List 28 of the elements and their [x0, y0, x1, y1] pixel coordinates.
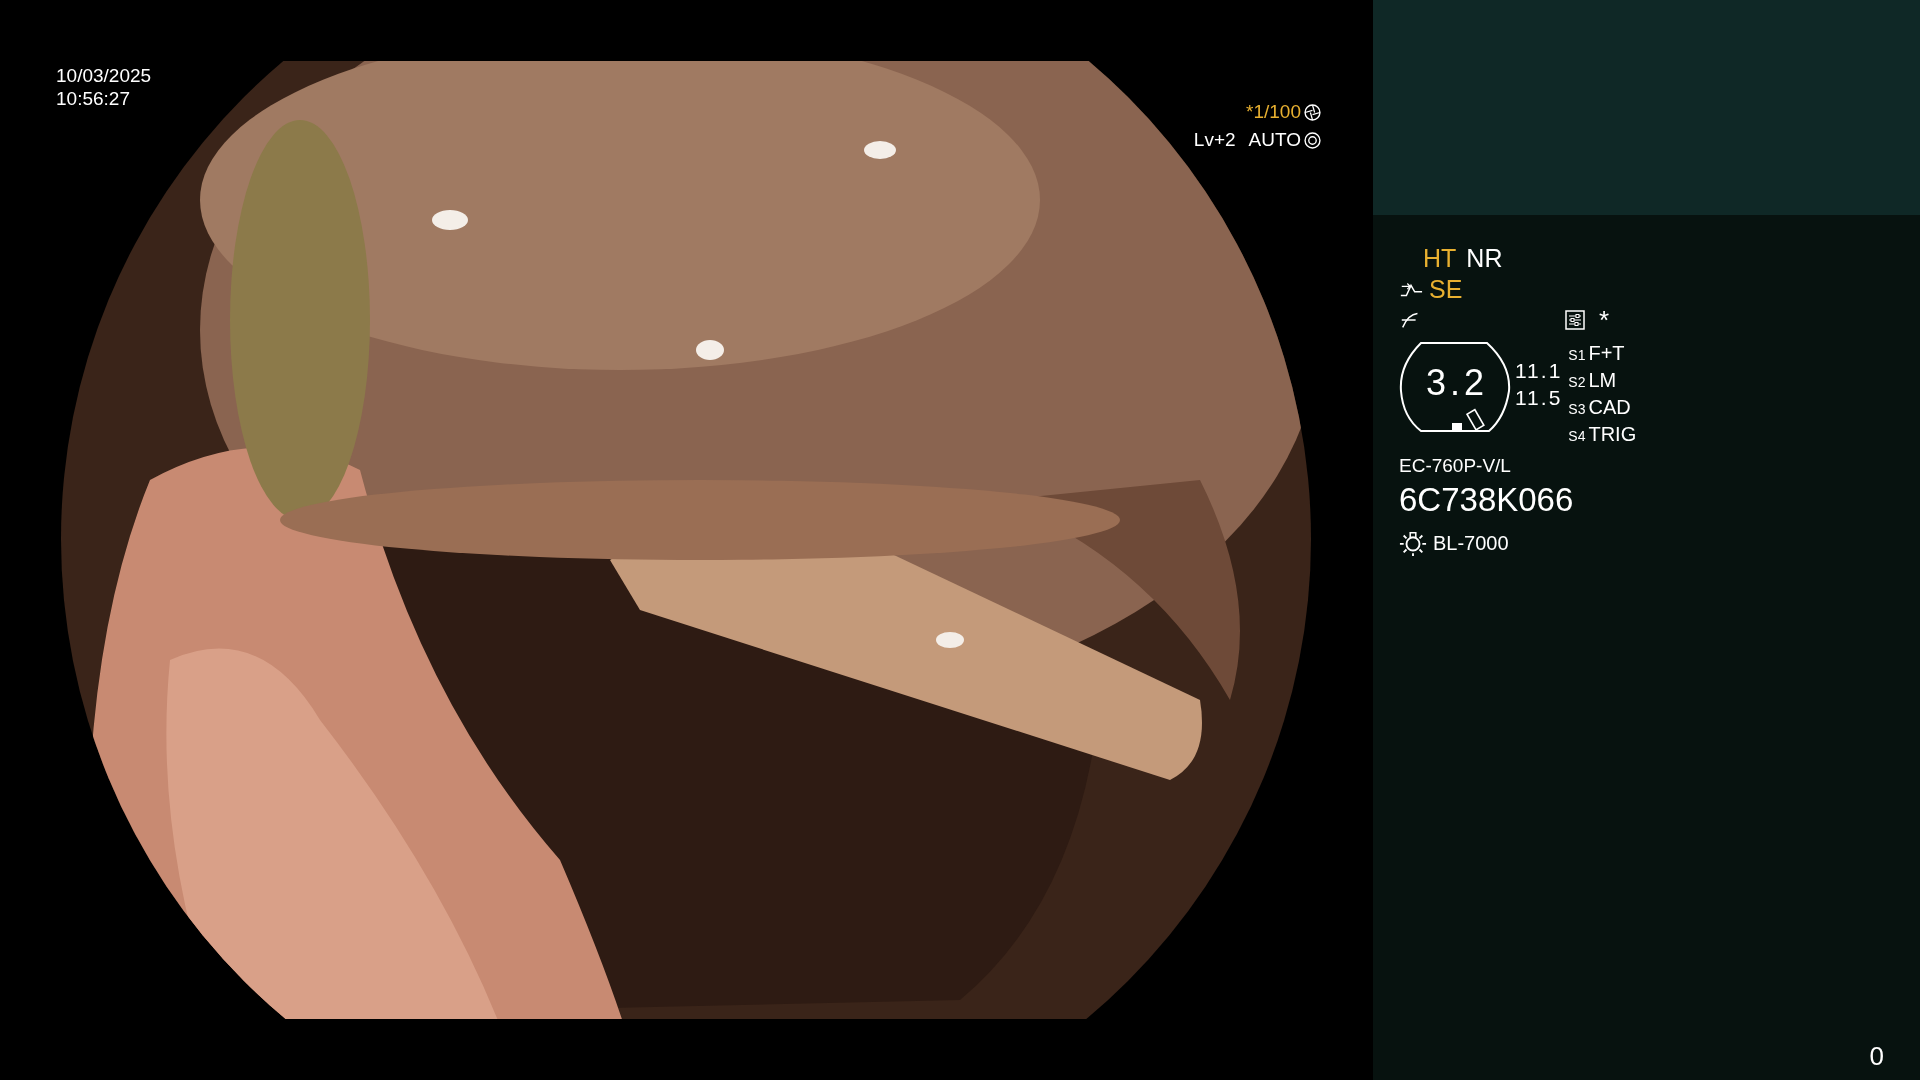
date-text: 10/03/2025: [56, 64, 152, 87]
switch-key: S2: [1568, 370, 1586, 395]
exposure-level: Lv+2: [1193, 128, 1236, 152]
switch-function: TRIG: [1588, 422, 1637, 447]
time-text: 10:56:27: [56, 87, 131, 110]
serial-number: 6C738K066: [1399, 481, 1574, 519]
light-icon: [1399, 529, 1427, 557]
gauge-value: 3.2: [1426, 363, 1489, 403]
settings-icon: [1565, 310, 1585, 330]
switch-key: S4: [1568, 424, 1586, 449]
switch-function: LM: [1588, 368, 1617, 393]
shutter-icon: [1304, 103, 1321, 121]
marker-text: *: [1599, 307, 1610, 333]
reading-text: 11.1: [1515, 358, 1563, 384]
mode-label: SE: [1429, 274, 1463, 305]
switch-function: F+T: [1588, 341, 1625, 366]
aperture-icon: [1304, 131, 1321, 149]
switch-key: S3: [1568, 397, 1586, 422]
switch-function: CAD: [1588, 395, 1631, 420]
switch-key: S1: [1568, 343, 1586, 368]
mode-label: HT: [1423, 243, 1457, 274]
reading-text: 11.5: [1515, 385, 1563, 411]
light-source: BL-7000: [1433, 531, 1509, 555]
scope-model: EC-760P-V/L: [1399, 455, 1511, 477]
counter-text: 0: [1869, 1041, 1884, 1072]
shutter-speed: *1/100: [1246, 100, 1301, 124]
mode-label: NR: [1466, 243, 1503, 274]
exposure-mode: AUTO: [1248, 128, 1301, 152]
